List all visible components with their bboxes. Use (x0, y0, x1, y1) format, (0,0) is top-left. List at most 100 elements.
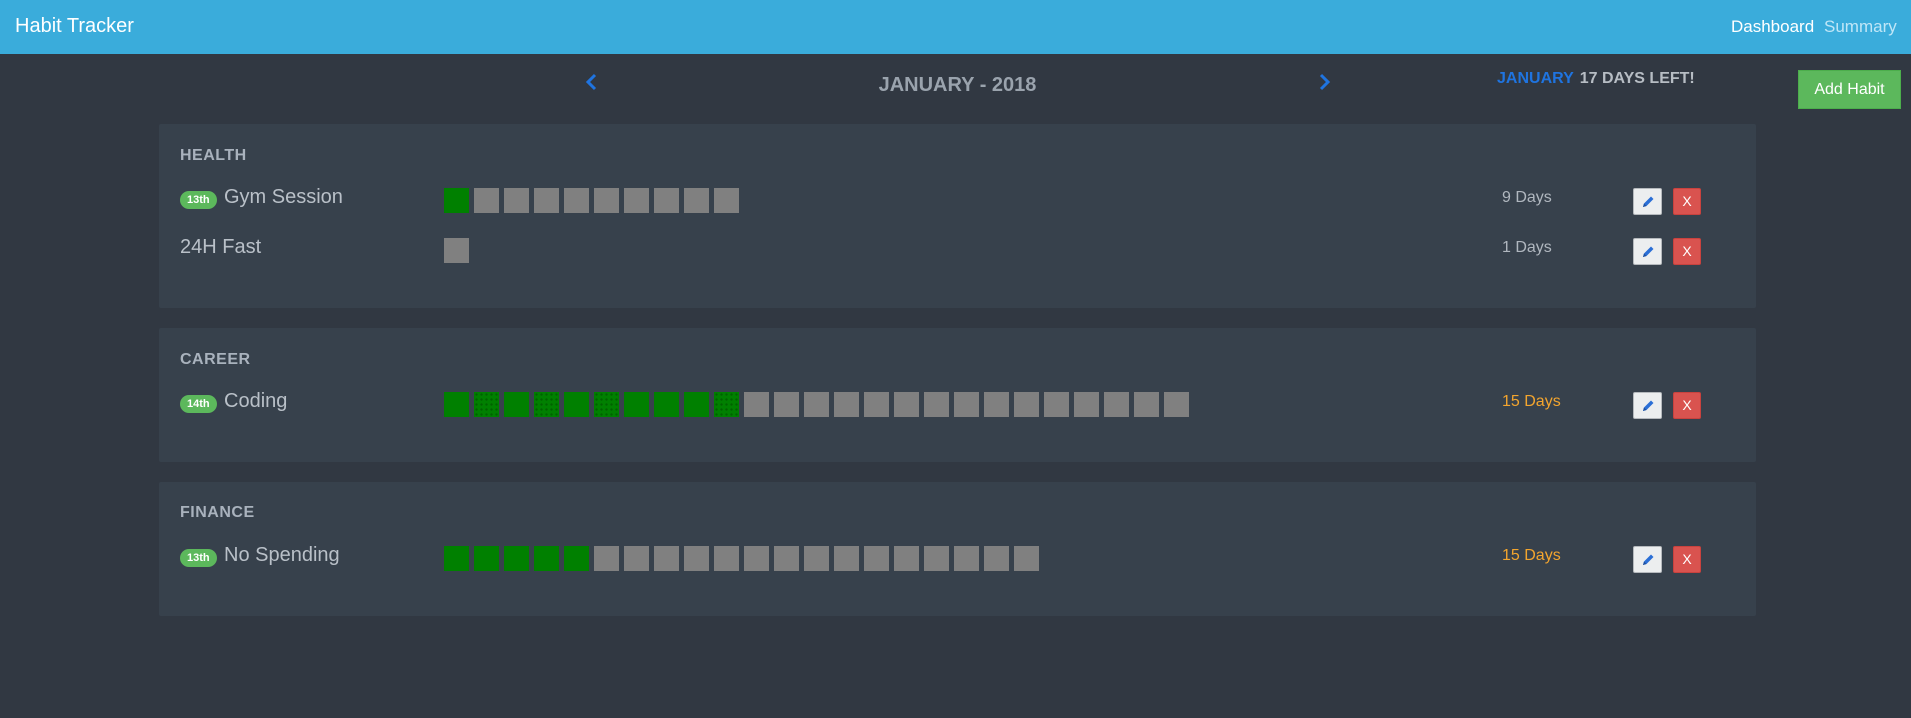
day-cell[interactable] (954, 546, 979, 571)
day-cell-completed[interactable] (444, 188, 469, 213)
day-cell-completed[interactable] (624, 392, 649, 417)
day-cell[interactable] (684, 188, 709, 213)
habit-row: 14th Coding 15 Days X (159, 388, 1756, 419)
habit-badge: 13th (180, 549, 217, 567)
day-cell-completed[interactable] (564, 546, 589, 571)
category-panel-health: HEALTH 13th Gym Session 9 Days X 24H Fas… (159, 124, 1756, 308)
day-cell[interactable] (804, 392, 829, 417)
day-cell[interactable] (984, 546, 1009, 571)
delete-button[interactable]: X (1673, 238, 1701, 265)
habit-row: 24H Fast 1 Days X (159, 234, 1756, 265)
pencil-icon (1643, 196, 1654, 207)
days-count: 15 Days (1502, 393, 1561, 410)
day-cells (444, 392, 1194, 417)
day-cell-completed[interactable] (474, 392, 499, 417)
day-cell[interactable] (804, 546, 829, 571)
habit-name: No Spending (224, 544, 340, 566)
day-cell[interactable] (1074, 392, 1099, 417)
day-cell[interactable] (864, 546, 889, 571)
habit-name: Gym Session (224, 186, 343, 208)
day-cell[interactable] (594, 546, 619, 571)
day-cell[interactable] (864, 392, 889, 417)
edit-button[interactable] (1633, 238, 1662, 265)
pencil-icon (1643, 246, 1654, 257)
day-cell[interactable] (774, 546, 799, 571)
category-title: CAREER (180, 351, 251, 368)
day-cell-completed[interactable] (654, 392, 679, 417)
edit-button[interactable] (1633, 392, 1662, 419)
days-count: 9 Days (1502, 189, 1552, 206)
brand-title[interactable]: Habit Tracker (15, 15, 134, 38)
day-cell[interactable] (894, 392, 919, 417)
day-cell-completed[interactable] (684, 392, 709, 417)
day-cell-completed[interactable] (534, 546, 559, 571)
category-panel-finance: FINANCE 13th No Spending 15 Days X (159, 482, 1756, 616)
day-cells (444, 188, 744, 213)
pencil-icon (1643, 400, 1654, 411)
day-cell-completed[interactable] (504, 546, 529, 571)
day-cell[interactable] (564, 188, 589, 213)
day-cell-completed[interactable] (444, 546, 469, 571)
habit-badge: 14th (180, 395, 217, 413)
day-cell-completed[interactable] (564, 392, 589, 417)
day-cell-completed[interactable] (504, 392, 529, 417)
day-cells (444, 546, 1044, 571)
day-cell[interactable] (1104, 392, 1129, 417)
day-cell[interactable] (684, 546, 709, 571)
habit-row: 13th No Spending 15 Days X (159, 542, 1756, 573)
day-cell[interactable] (1044, 392, 1069, 417)
day-cell[interactable] (624, 188, 649, 213)
delete-button[interactable]: X (1673, 392, 1701, 419)
day-cell[interactable] (714, 188, 739, 213)
pencil-icon (1643, 554, 1654, 565)
day-cell[interactable] (924, 546, 949, 571)
day-cell[interactable] (654, 188, 679, 213)
habit-name: 24H Fast (180, 236, 262, 258)
day-cell[interactable] (774, 392, 799, 417)
status-month: JANUARY (1497, 70, 1574, 87)
day-cell[interactable] (1014, 392, 1039, 417)
day-cell[interactable] (624, 546, 649, 571)
delete-button[interactable]: X (1673, 546, 1701, 573)
day-cell[interactable] (744, 546, 769, 571)
day-cell[interactable] (954, 392, 979, 417)
day-cell[interactable] (984, 392, 1009, 417)
day-cell-completed[interactable] (534, 392, 559, 417)
day-cell[interactable] (834, 392, 859, 417)
day-cell[interactable] (504, 188, 529, 213)
day-cell[interactable] (744, 392, 769, 417)
day-cell[interactable] (1014, 546, 1039, 571)
days-left: 17 DAYS LEFT! (1579, 70, 1695, 87)
day-cell[interactable] (894, 546, 919, 571)
category-title: HEALTH (180, 147, 247, 164)
day-cell-completed[interactable] (714, 392, 739, 417)
month-status: JANUARY 17 DAYS LEFT! (1497, 70, 1695, 88)
day-cell[interactable] (444, 238, 469, 263)
day-cell[interactable] (594, 188, 619, 213)
edit-button[interactable] (1633, 188, 1662, 215)
edit-button[interactable] (1633, 546, 1662, 573)
day-cell-completed[interactable] (444, 392, 469, 417)
day-cell[interactable] (474, 188, 499, 213)
day-cell[interactable] (1134, 392, 1159, 417)
day-cell[interactable] (654, 546, 679, 571)
days-count: 1 Days (1502, 239, 1552, 256)
day-cell-completed[interactable] (474, 546, 499, 571)
habit-row: 13th Gym Session 9 Days X (159, 184, 1756, 215)
nav-link-dashboard[interactable]: Dashboard (1731, 17, 1814, 37)
day-cell[interactable] (714, 546, 739, 571)
day-cell-completed[interactable] (594, 392, 619, 417)
delete-button[interactable]: X (1673, 188, 1701, 215)
days-count: 15 Days (1502, 547, 1561, 564)
day-cell[interactable] (834, 546, 859, 571)
day-cell[interactable] (924, 392, 949, 417)
navbar: Habit Tracker Dashboard Summary (0, 0, 1911, 54)
nav-link-summary[interactable]: Summary (1824, 17, 1897, 37)
add-habit-button[interactable]: Add Habit (1798, 70, 1901, 109)
day-cell[interactable] (1164, 392, 1189, 417)
day-cells (444, 238, 474, 263)
habit-badge: 13th (180, 191, 217, 209)
day-cell[interactable] (534, 188, 559, 213)
chevron-right-icon[interactable] (1314, 70, 1334, 94)
category-title: FINANCE (180, 504, 255, 521)
